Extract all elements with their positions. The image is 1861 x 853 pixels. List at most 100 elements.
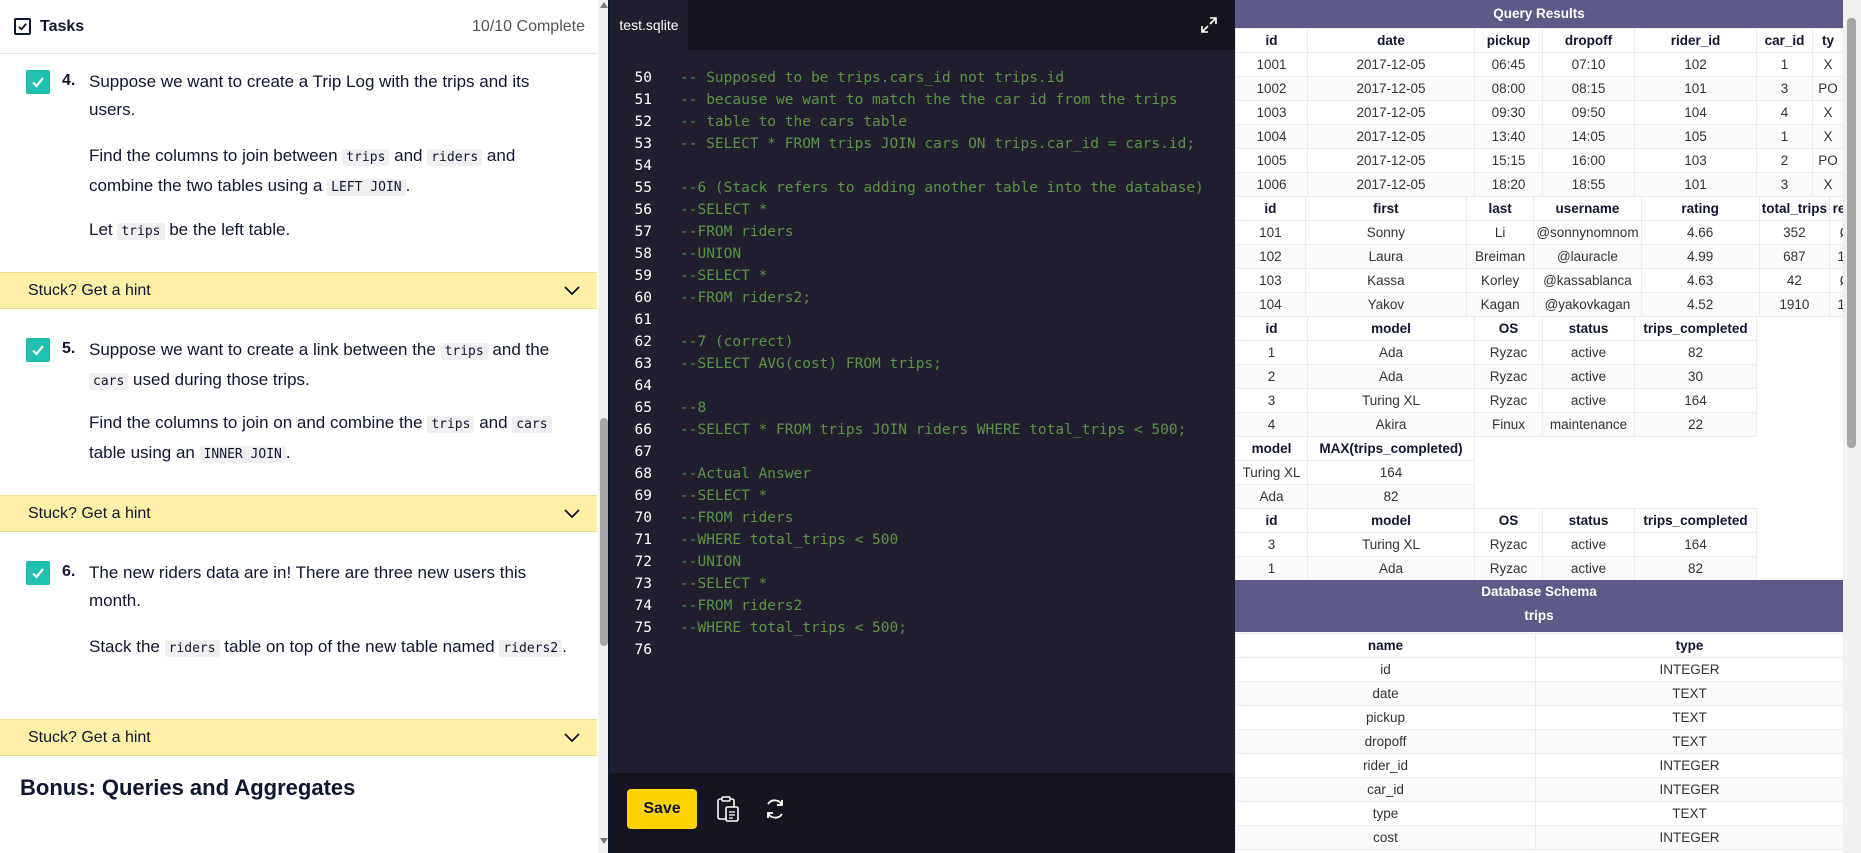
clipboard-icon[interactable] xyxy=(715,795,741,823)
task-4-instructions: Find the columns to join between trips a… xyxy=(89,146,516,196)
query-results-header: Query Results xyxy=(1235,0,1843,28)
table-cell: car_id xyxy=(1235,777,1536,802)
task-6-checkmark-icon[interactable] xyxy=(26,561,50,585)
table-header-row: idfirstlastusernameratingtotal_tripsrefe xyxy=(1235,196,1861,221)
table-cell: 3 xyxy=(1756,76,1813,101)
column-header: model xyxy=(1307,508,1475,533)
table-cell: rider_id xyxy=(1235,753,1536,778)
task-5-checkmark-icon[interactable] xyxy=(26,338,50,362)
table-cell: Ryzac xyxy=(1474,388,1543,413)
table-cell: Kagan xyxy=(1465,292,1535,317)
editor-footer: Save xyxy=(610,773,1235,853)
column-header: trips_completed xyxy=(1634,316,1757,341)
table-cell: Kassa xyxy=(1304,268,1467,293)
table-cell: 82 xyxy=(1634,340,1757,365)
table-cell: 104 xyxy=(1235,292,1306,317)
scroll-down-arrow-icon[interactable] xyxy=(600,838,608,844)
expand-icon[interactable] xyxy=(1199,15,1219,35)
table-cell: 4 xyxy=(1756,100,1813,125)
chevron-down-icon xyxy=(564,285,580,295)
table-cell: @sonnynomnom xyxy=(1533,220,1642,245)
chevron-down-icon xyxy=(564,508,580,518)
table-cell: 15:15 xyxy=(1474,148,1543,173)
table-cell: @yakovkagan xyxy=(1533,292,1642,317)
table-cell: 2 xyxy=(1235,364,1308,389)
schema-table-trips: name type id INTEGER date TEXT pickup TEXT dropo… xyxy=(1235,633,1844,850)
bonus-section-heading: Bonus: Queries and Aggregates xyxy=(20,775,356,800)
table-cell: 18:20 xyxy=(1474,172,1543,197)
table-cell: 4.66 xyxy=(1640,220,1760,245)
results-scrollbar-thumb[interactable] xyxy=(1847,18,1856,448)
table-row: 1003 2017-12-05 09:30 09:50 104 4 X xyxy=(1235,100,1844,125)
table-row: cost INTEGER xyxy=(1235,825,1844,850)
table-cell: Ryzac xyxy=(1474,556,1543,581)
refresh-icon[interactable] xyxy=(763,797,787,821)
table-cell: pickup xyxy=(1235,705,1536,730)
line-number: 76 xyxy=(634,642,652,658)
task-4-checkmark-icon[interactable] xyxy=(26,70,50,94)
table-header-row: id date pickup dropoff rider_id car_id ty xyxy=(1235,28,1844,53)
column-header: id xyxy=(1235,196,1306,221)
column-header: id xyxy=(1235,28,1308,53)
table-cell: 2017-12-05 xyxy=(1307,76,1475,101)
column-header: first xyxy=(1304,196,1467,221)
table-row: 1 Ada Ryzac active 82 xyxy=(1235,340,1757,365)
column-header: ty xyxy=(1812,28,1844,53)
inline-code: cars xyxy=(89,373,129,390)
table-cell: Yakov xyxy=(1304,292,1467,317)
tasks-header[interactable]: Tasks 10/10 Complete xyxy=(0,0,597,54)
table-cell: 1910 xyxy=(1758,292,1831,317)
column-header: car_id xyxy=(1756,28,1813,53)
table-cell: Ryzac xyxy=(1474,532,1543,557)
table-row: 1002 2017-12-05 08:00 08:15 101 3 PO xyxy=(1235,76,1844,101)
save-button[interactable]: Save xyxy=(627,789,697,829)
task-5-hint-toggle[interactable]: Stuck? Get a hint xyxy=(0,495,597,532)
table-row: car_id INTEGER xyxy=(1235,777,1844,802)
table-cell: 102 xyxy=(1634,52,1757,77)
table-cell: 164 xyxy=(1307,460,1475,485)
column-header: rider_id xyxy=(1634,28,1757,53)
table-cell: Turing XL xyxy=(1307,532,1475,557)
column-header: id xyxy=(1235,508,1308,533)
table-cell: 4.63 xyxy=(1640,268,1760,293)
table-cell: X xyxy=(1812,52,1844,77)
table-row: 1006 2017-12-05 18:20 18:55 101 3 X xyxy=(1235,172,1844,197)
table-cell: 164 xyxy=(1634,532,1757,557)
column-header: dropoff xyxy=(1542,28,1635,53)
table-cell: 09:30 xyxy=(1474,100,1543,125)
table-cell: TEXT xyxy=(1535,705,1844,730)
file-tab[interactable]: test.sqlite xyxy=(610,0,688,50)
table-cell: 3 xyxy=(1235,532,1308,557)
table-cell: 22 xyxy=(1634,412,1757,437)
tasks-scrollbar-thumb[interactable] xyxy=(600,418,608,646)
table-cell: active xyxy=(1542,388,1635,413)
task-4-hint-toggle[interactable]: Stuck? Get a hint xyxy=(0,272,597,309)
schema-title: Database Schema xyxy=(1481,584,1597,599)
table-row: Ada 82 xyxy=(1235,484,1475,509)
table-cell: 1 xyxy=(1756,52,1813,77)
table-cell: 1 xyxy=(1235,340,1308,365)
table-cell: INTEGER xyxy=(1535,753,1844,778)
table-cell: Ryzac xyxy=(1474,340,1543,365)
table-cell: TEXT xyxy=(1535,681,1844,706)
table-header-row: id model OS status trips_completed xyxy=(1235,508,1757,533)
code-line[interactable]: 76 xyxy=(610,637,1235,663)
column-header: type xyxy=(1535,633,1844,658)
table-cell: 82 xyxy=(1634,556,1757,581)
table-cell: dropoff xyxy=(1235,729,1536,754)
task-4-text: Suppose we want to create a Trip Log wit… xyxy=(89,72,530,119)
inline-code: LEFT JOIN xyxy=(327,179,406,196)
scroll-up-arrow-icon[interactable] xyxy=(600,2,608,8)
table-cell: type xyxy=(1235,801,1536,826)
task-6-hint-toggle[interactable]: Stuck? Get a hint xyxy=(0,719,597,756)
table-cell: 08:15 xyxy=(1542,76,1635,101)
hint-label: Stuck? Get a hint xyxy=(28,728,151,746)
table-row: 2 Ada Ryzac active 30 xyxy=(1235,364,1757,389)
table-cell: 687 xyxy=(1758,244,1831,269)
database-schema-header: Database Schema trips xyxy=(1235,580,1843,632)
inline-code: trips xyxy=(427,416,475,433)
table-header-row: id model OS status trips_completed xyxy=(1235,316,1757,341)
table-cell: Ada xyxy=(1307,364,1475,389)
table-cell: 09:50 xyxy=(1542,100,1635,125)
table-row: type TEXT xyxy=(1235,801,1844,826)
